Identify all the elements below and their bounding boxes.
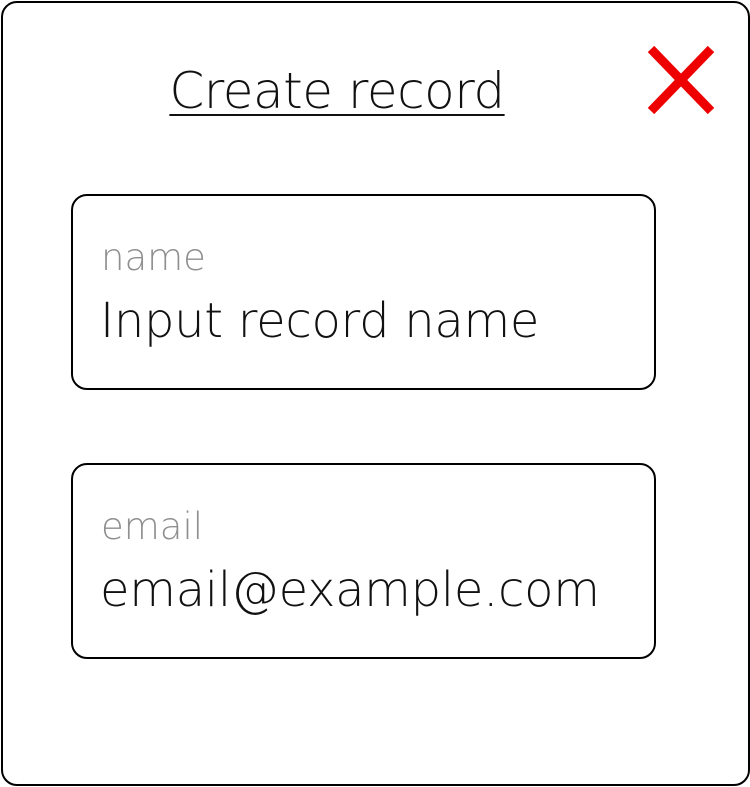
create-record-dialog: Create record name Input record name ema… [1,1,750,786]
close-button[interactable] [643,43,719,119]
email-field-label: email [101,505,204,548]
name-field-input[interactable]: Input record name [100,292,539,350]
name-field[interactable]: name Input record name [71,194,656,390]
name-field-label: name [101,236,206,279]
dialog-title: Create record [3,61,671,121]
email-field-input[interactable]: email@example.com [100,561,600,619]
close-icon [647,45,715,115]
dialog-title-text: Create record [169,62,505,120]
email-field[interactable]: email email@example.com [71,463,656,659]
